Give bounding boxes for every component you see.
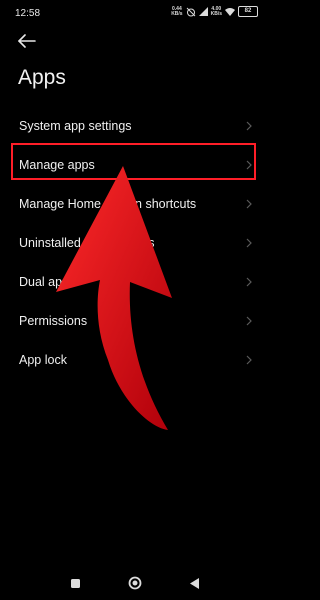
- battery-icon: 82: [238, 6, 258, 17]
- square-icon: [70, 578, 80, 588]
- menu-item-manage-home-screen-shortcuts[interactable]: Manage Home screen shortcuts: [0, 184, 270, 223]
- menu-item-label: Manage Home screen shortcuts: [19, 196, 197, 211]
- chevron-right-icon: [246, 121, 252, 130]
- network-speed-unit-2: KB/s: [210, 10, 222, 17]
- nav-back-button[interactable]: [186, 574, 204, 592]
- highlight-box: [11, 143, 256, 180]
- triangle-back-icon: [190, 577, 199, 589]
- wifi-icon: [225, 8, 235, 16]
- menu-item-app-lock[interactable]: App lock: [0, 340, 270, 379]
- chevron-right-icon: [246, 316, 252, 325]
- status-icons: 0.44 KB/s 4.00 KB/s 82: [171, 6, 258, 17]
- menu-item-label: Uninstalled system apps: [19, 235, 155, 250]
- alarm-off-icon: [186, 7, 195, 16]
- home-button[interactable]: [126, 574, 144, 592]
- network-speed-indicator: 0.44 KB/s: [171, 6, 183, 17]
- network-speed-indicator-2: 4.00 KB/s: [210, 6, 222, 17]
- signal-icon: [198, 7, 208, 16]
- recents-button[interactable]: [66, 574, 84, 592]
- chevron-right-icon: [246, 199, 252, 208]
- menu-item-label: System app settings: [19, 118, 132, 133]
- menu-item-label: Permissions: [19, 313, 88, 328]
- network-speed-unit: KB/s: [171, 10, 183, 17]
- status-bar: 12:58 0.44 KB/s 4.00 KB/s 82: [0, 0, 270, 26]
- page-title: Apps: [18, 66, 66, 89]
- menu-item-label: Dual apps: [19, 274, 76, 289]
- status-time: 12:58: [15, 8, 41, 19]
- menu-item-label: App lock: [19, 352, 67, 367]
- menu-item-uninstalled-system-apps[interactable]: Uninstalled system apps: [0, 223, 270, 262]
- navigation-bar: [0, 565, 270, 600]
- chevron-right-icon: [246, 277, 252, 286]
- circle-icon: [128, 576, 142, 590]
- menu-item-permissions[interactable]: Permissions: [0, 301, 270, 340]
- back-button[interactable]: [14, 30, 40, 52]
- chevron-right-icon: [246, 238, 252, 247]
- chevron-right-icon: [246, 355, 252, 364]
- menu-item-dual-apps[interactable]: Dual apps: [0, 262, 270, 301]
- arrow-left-icon: [18, 34, 36, 48]
- menu-item-system-app-settings[interactable]: System app settings: [0, 106, 270, 145]
